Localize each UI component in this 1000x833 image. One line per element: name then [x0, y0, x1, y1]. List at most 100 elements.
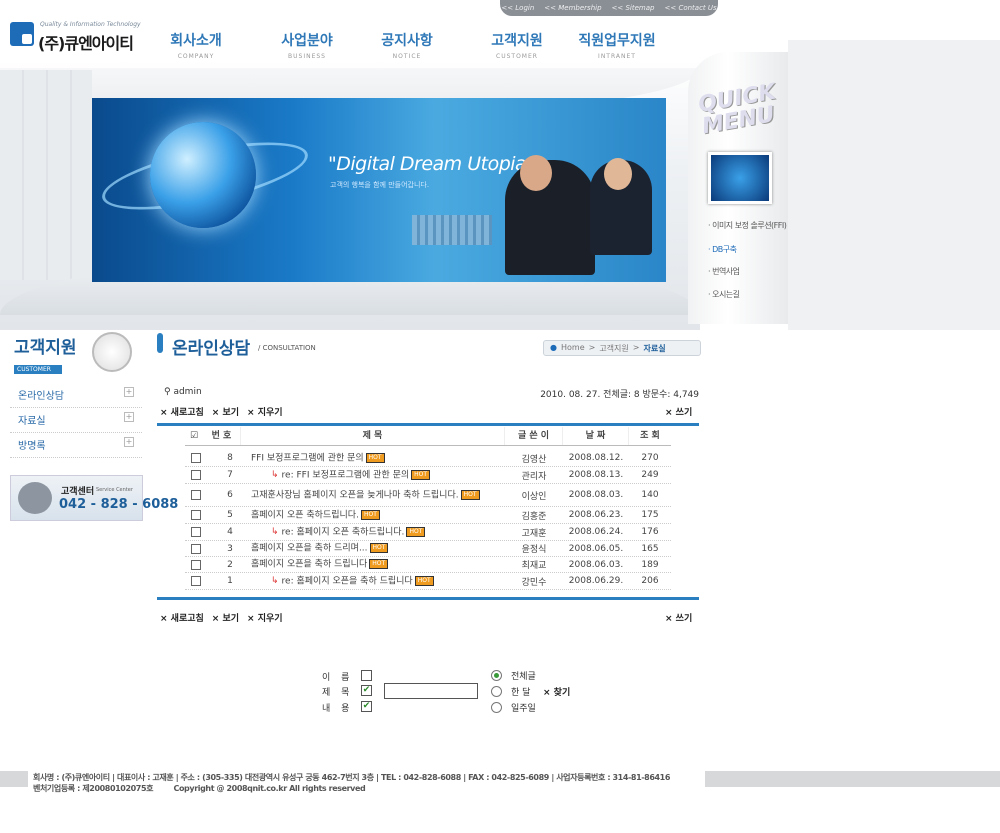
write-button-bottom[interactable]: × 쓰기	[665, 611, 692, 624]
side-menu-guestbook[interactable]: 방명록 +	[10, 433, 142, 458]
row-title-text[interactable]: re: 홈페이지 오픈 축하드립니다.	[282, 527, 405, 537]
row-author: 강민수	[521, 577, 547, 588]
nav-label: 공지사항	[381, 33, 433, 49]
row-author: 김홍준	[521, 511, 547, 522]
city-skyline-image	[412, 215, 492, 245]
row-title[interactable]: 고재훈사장님 홈페이지 오픈을 늦게나마 축하 드립니다. HOT	[241, 489, 505, 500]
row-date: 2008.08.03.	[568, 490, 624, 500]
delete-button[interactable]: × 지우기	[247, 405, 283, 418]
radio-month[interactable]	[491, 686, 502, 697]
row-title[interactable]: 홈페이지 오픈을 축하 드립니다 HOT	[241, 559, 505, 570]
nav-label: 회사소개	[170, 33, 222, 49]
row-views: 206	[641, 576, 659, 586]
radio-week[interactable]	[491, 702, 502, 713]
banner-slogan: "Digital Dream Utopia!"	[328, 153, 542, 175]
row-checkbox[interactable]	[191, 543, 201, 554]
row-title[interactable]: FFI 보정프로그램에 관한 문의 HOT	[241, 452, 505, 463]
logo-icon[interactable]	[10, 22, 34, 46]
row-title-text[interactable]: re: FFI 보정프로그램에 관한 문의	[282, 470, 410, 480]
membership-link[interactable]: << Membership	[544, 4, 601, 12]
login-link[interactable]: << Login	[501, 4, 534, 12]
view-button[interactable]: × 보기	[212, 405, 239, 418]
row-checkbox[interactable]	[191, 470, 201, 480]
side-menu-archive[interactable]: 자료실 +	[10, 408, 142, 433]
breadcrumb-current: 자료실	[643, 344, 666, 353]
table-row[interactable]: 7 ↳ re: FFI 보정프로그램에 관한 문의 HOT 관리자 2008.08.13.…	[185, 467, 671, 484]
footer-copyright: 벤처기업등록 : 제20080102075호 Copyright @ 2008q…	[33, 783, 366, 794]
row-checkbox[interactable]	[191, 576, 201, 586]
table-row[interactable]: 1 ↳ re: 홈페이지 오픈을 축하 드립니다 HOT 강민수 2008.06.29. 2…	[185, 573, 671, 590]
search-name-checkbox[interactable]	[361, 670, 372, 681]
nav-notice[interactable]: 공지사항 NOTICE	[357, 30, 457, 60]
footer-company-info: 회사명 : (주)큐엔아이티 | 대표이사 : 고재훈 | 주소 : (305-…	[33, 773, 671, 782]
search-subject-checkbox[interactable]: ✔	[361, 685, 372, 696]
table-row[interactable]: 5 홈페이지 오픈 축하드립니다. HOT 김홍준 2008.06.23. 175	[185, 507, 671, 524]
quick-item-ffi[interactable]: · 이미지 보정 솔루션(FFI)	[708, 220, 787, 231]
side-menu-online-consult[interactable]: 온라인상담 +	[10, 383, 142, 408]
table-row[interactable]: 4 ↳ re: 홈페이지 오픈 축하드립니다. HOT 고재훈 2008.06.24. 17…	[185, 524, 671, 541]
nav-intranet[interactable]: 직원업무지원 INTRANET	[564, 30, 670, 60]
radio-all[interactable]	[491, 670, 502, 681]
refresh-button[interactable]: × 새로고침	[160, 405, 204, 418]
clock-icon	[92, 332, 132, 372]
row-title[interactable]: ↳ re: FFI 보정프로그램에 관한 문의 HOT	[241, 469, 505, 480]
col-date: 날 짜	[563, 427, 629, 445]
delete-button[interactable]: × 지우기	[247, 611, 283, 624]
row-checkbox[interactable]	[191, 559, 201, 570]
quick-menu-backdrop	[788, 40, 1000, 330]
write-button-top[interactable]: × 쓰기	[665, 405, 692, 418]
row-title-text[interactable]: 홈페이지 오픈을 축하 드립니다	[251, 560, 367, 570]
quick-menu-image[interactable]	[708, 152, 772, 204]
util-links-bar: << Login << Membership << Sitemap << Con…	[500, 0, 718, 16]
row-title-text[interactable]: 홈페이지 오픈을 축하 드리며...	[251, 544, 368, 554]
row-num: 4	[227, 527, 233, 537]
row-date: 2008.08.12.	[568, 453, 624, 463]
quick-item-translation[interactable]: · 번역사업	[708, 266, 740, 277]
admin-label: ⚲ admin	[164, 387, 202, 397]
table-row[interactable]: 6 고재훈사장님 홈페이지 오픈을 늦게나마 축하 드립니다. HOT 이상인 2008…	[185, 484, 671, 507]
row-title[interactable]: ↳ re: 홈페이지 오픈 축하드립니다. HOT	[241, 526, 505, 537]
row-date: 2008.06.24.	[568, 527, 624, 537]
row-title-text[interactable]: re: 홈페이지 오픈을 축하 드립니다	[282, 576, 413, 586]
row-checkbox[interactable]	[191, 453, 201, 463]
hot-badge: HOT	[369, 543, 389, 554]
search-content-checkbox[interactable]: ✔	[361, 701, 372, 712]
footer-bar-left	[0, 771, 28, 787]
col-num: 번 호	[203, 427, 241, 445]
breadcrumb-home[interactable]: Home	[561, 343, 585, 353]
row-num: 7	[227, 470, 233, 480]
breadcrumb-mid[interactable]: 고객지원	[599, 343, 628, 353]
nav-customer[interactable]: 고객지원 CUSTOMER	[467, 30, 567, 60]
quick-item-db[interactable]: · DB구축	[708, 244, 737, 255]
row-checkbox[interactable]	[191, 490, 201, 500]
row-title[interactable]: ↳ re: 홈페이지 오픈을 축하 드립니다 HOT	[241, 575, 505, 586]
row-title[interactable]: 홈페이지 오픈 축하드립니다. HOT	[241, 509, 505, 520]
refresh-button[interactable]: × 새로고침	[160, 611, 204, 624]
view-button[interactable]: × 보기	[212, 611, 239, 624]
sitemap-link[interactable]: << Sitemap	[612, 4, 655, 12]
row-title-text[interactable]: FFI 보정프로그램에 관한 문의	[251, 453, 364, 463]
radio-all-label: 전체글	[511, 672, 536, 682]
contact-link[interactable]: << Contact Us	[664, 4, 716, 12]
footer-bar-right	[705, 771, 1000, 787]
logo-name[interactable]: (주)큐엔아이티	[38, 30, 134, 54]
search-button[interactable]: × 찾기	[543, 685, 570, 698]
row-title-text[interactable]: 홈페이지 오픈 축하드립니다.	[251, 510, 359, 520]
row-views: 175	[641, 510, 659, 520]
quick-item-location[interactable]: · 오시는길	[708, 289, 740, 300]
search-input[interactable]	[384, 683, 478, 699]
row-author: 고재훈	[521, 528, 547, 539]
nav-sublabel: BUSINESS	[288, 53, 326, 60]
nav-company[interactable]: 회사소개 COMPANY	[146, 30, 246, 60]
row-title[interactable]: 홈페이지 오픈을 축하 드리며... HOT	[241, 543, 505, 554]
row-checkbox[interactable]	[191, 510, 201, 520]
row-title-text[interactable]: 고재훈사장님 홈페이지 오픈을 늦게나마 축하 드립니다.	[251, 490, 459, 500]
row-checkbox[interactable]	[191, 527, 201, 537]
nav-business[interactable]: 사업분야 BUSINESS	[257, 30, 357, 60]
row-author: 이상인	[521, 491, 547, 502]
table-row[interactable]: 3 홈페이지 오픈을 축하 드리며... HOT 윤정식 2008.06.05. 165	[185, 541, 671, 557]
table-row[interactable]: 2 홈페이지 오픈을 축하 드립니다 HOT 최재교 2008.06.03. 189	[185, 557, 671, 573]
select-all-checkbox[interactable]: ☑	[185, 427, 203, 445]
table-row[interactable]: 8 FFI 보정프로그램에 관한 문의 HOT 김영산 2008.08.12. 270	[185, 450, 671, 467]
nav-sublabel: CUSTOMER	[496, 53, 538, 60]
